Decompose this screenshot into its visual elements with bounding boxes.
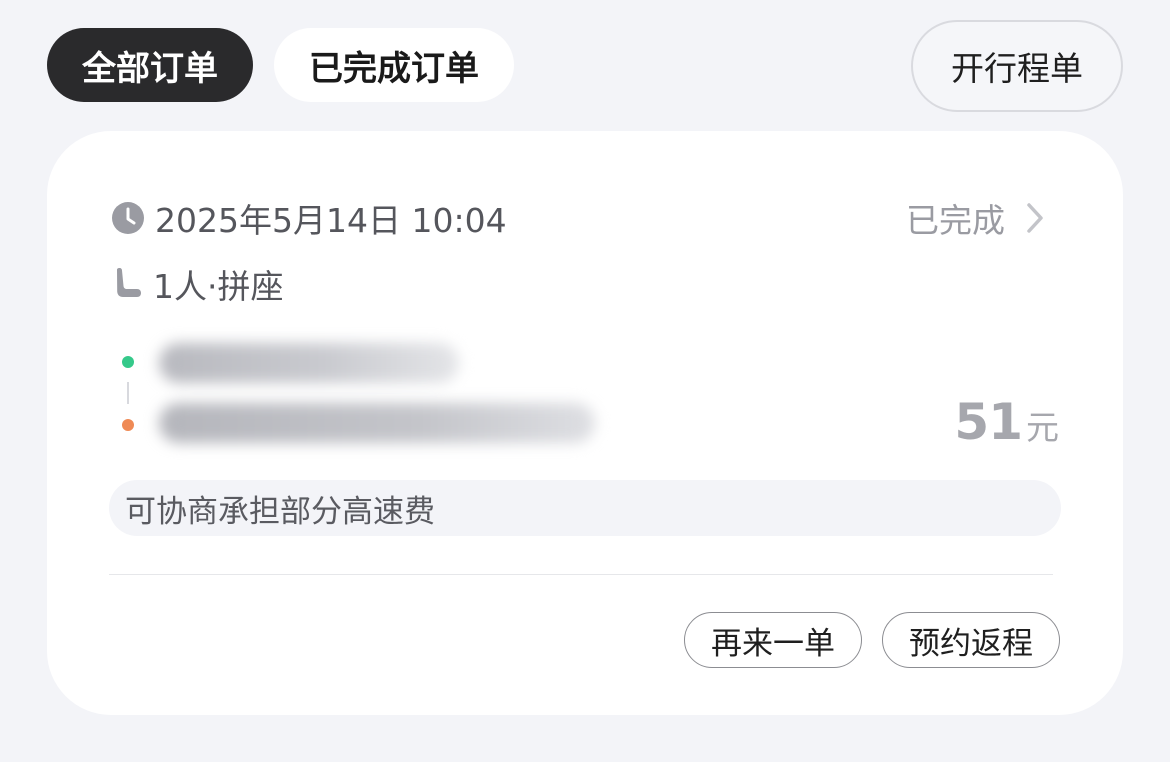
order-datetime: 2025年5月14日 10:04 [155, 201, 507, 240]
chevron-right-icon [1027, 203, 1043, 233]
route-connector [127, 382, 129, 404]
seat-icon [117, 268, 141, 297]
end-address-redacted [159, 403, 595, 443]
order-status[interactable]: 已完成 [906, 195, 1045, 241]
tab-all-orders[interactable]: 全部订单 [47, 28, 253, 102]
price-value: 51 [954, 393, 1023, 451]
tab-completed-orders[interactable]: 已完成订单 [274, 28, 514, 102]
order-card[interactable]: 2025年5月14日 10:04 已完成 1人·拼座 51 元 可协商承担部分高… [47, 131, 1123, 715]
divider [109, 574, 1053, 575]
seat-info-row: 1人·拼座 [111, 261, 284, 307]
end-point-dot [122, 419, 134, 431]
start-address-redacted [159, 343, 459, 383]
order-price: 51 元 [954, 393, 1059, 451]
order-status-label: 已完成 [906, 201, 1005, 240]
start-point-dot [122, 356, 134, 368]
order-again-button[interactable]: 再来一单 [684, 612, 862, 668]
order-time-row: 2025年5月14日 10:04 [111, 195, 507, 241]
open-itinerary-button[interactable]: 开行程单 [911, 20, 1123, 112]
book-return-trip-button[interactable]: 预约返程 [882, 612, 1060, 668]
highway-fee-note: 可协商承担部分高速费 [109, 480, 1061, 536]
seat-info: 1人·拼座 [153, 267, 284, 306]
price-unit: 元 [1026, 408, 1059, 447]
clock-icon [112, 202, 144, 234]
